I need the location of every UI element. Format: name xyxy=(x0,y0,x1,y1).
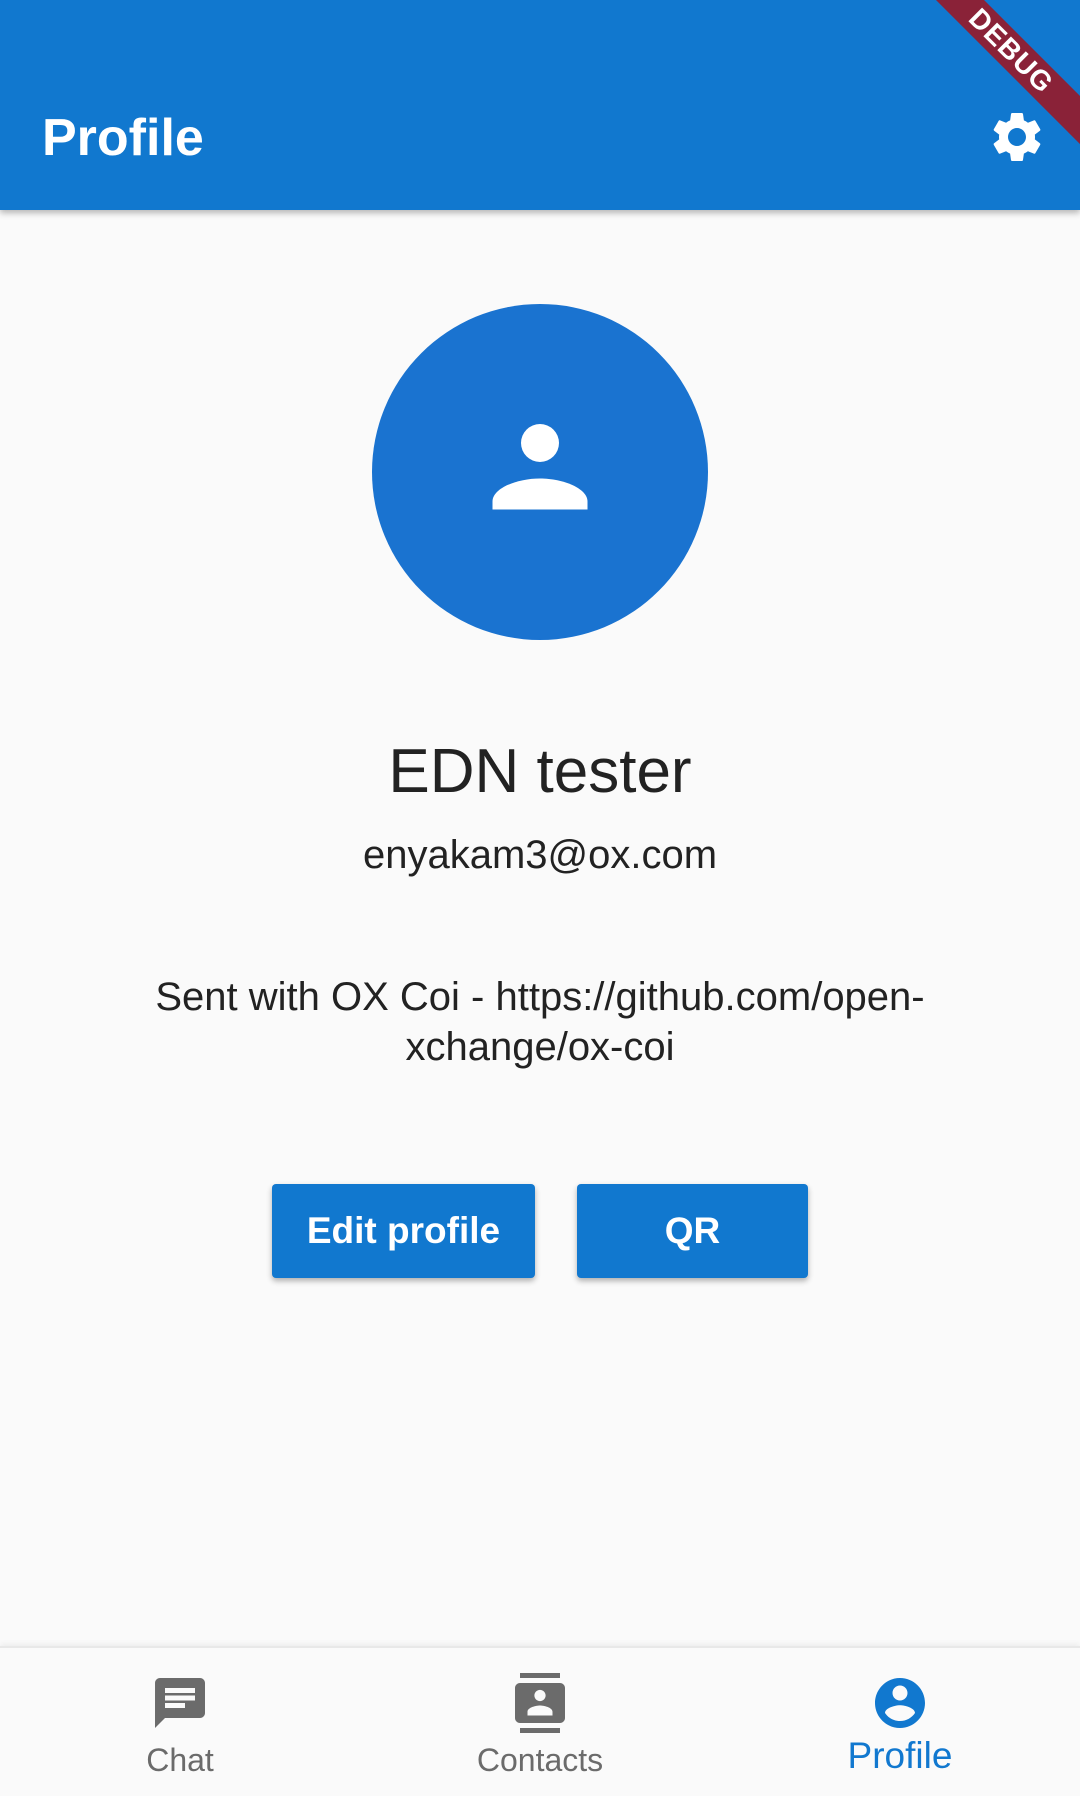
profile-signature: Sent with OX Coi - https://github.com/op… xyxy=(155,975,925,1069)
nav-label-profile: Profile xyxy=(847,1735,953,1776)
nav-item-chat[interactable]: Chat xyxy=(0,1648,360,1796)
nav-item-profile[interactable]: Profile xyxy=(720,1648,1080,1796)
page-title: Profile xyxy=(42,109,204,167)
settings-button[interactable] xyxy=(976,104,1058,170)
avatar xyxy=(372,304,708,640)
nav-item-contacts[interactable]: Contacts xyxy=(360,1648,720,1796)
gear-icon xyxy=(993,112,1041,161)
profile-name: EDN tester xyxy=(388,737,692,806)
account-circle-icon xyxy=(875,1678,925,1728)
nav-label-chat: Chat xyxy=(146,1742,214,1778)
chat-icon xyxy=(155,1678,205,1728)
nav-label-contacts: Contacts xyxy=(476,1742,604,1778)
bottom-navigation: Chat Contacts Profile xyxy=(0,1646,1080,1796)
person-icon xyxy=(492,424,588,510)
profile-email: enyakam3@ox.com xyxy=(362,833,718,877)
app-bar: Profile xyxy=(0,0,1080,210)
qr-button[interactable]: QR xyxy=(577,1184,808,1278)
edit-profile-button[interactable]: Edit profile xyxy=(272,1184,535,1278)
contacts-icon xyxy=(515,1673,565,1733)
